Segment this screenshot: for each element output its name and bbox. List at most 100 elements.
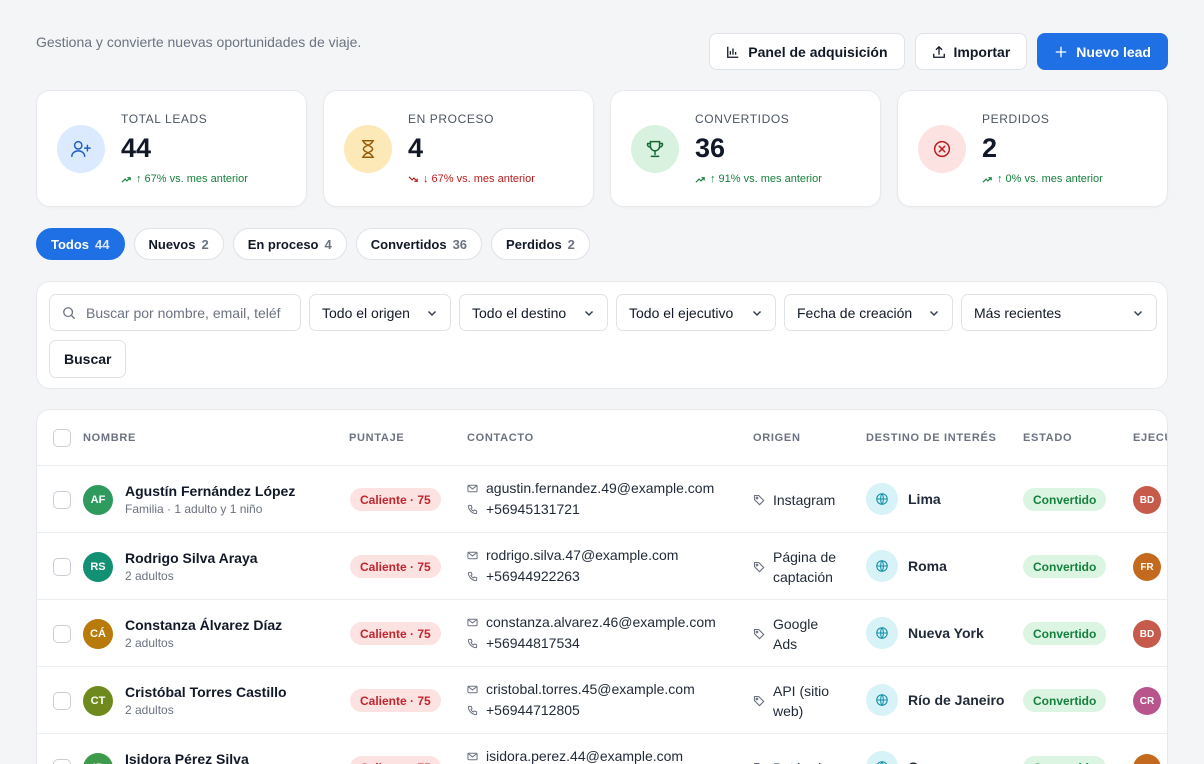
lead-destination: Río de Janeiro (866, 684, 1004, 716)
lead-name[interactable]: Cristóbal Torres Castillo (125, 684, 287, 700)
phone-icon (467, 705, 478, 715)
table-row[interactable]: RS Rodrigo Silva Araya 2 adultos Calient… (37, 533, 1167, 600)
lead-name[interactable]: Rodrigo Silva Araya (125, 550, 258, 566)
tab-converted[interactable]: Convertidos 36 (355, 228, 483, 260)
table-row[interactable]: AF Agustín Fernández López Familia · 1 a… (37, 466, 1167, 533)
lead-name[interactable]: Agustín Fernández López (125, 483, 295, 499)
column-header-executive[interactable]: EJECU (1133, 432, 1167, 444)
lead-origin: Botón de (753, 734, 845, 764)
score-badge: Caliente · 75 (350, 689, 441, 712)
lead-origin: Instagram (753, 466, 845, 533)
contact-email[interactable]: cristobal.torres.45@example.com (467, 681, 695, 697)
table-row[interactable]: CT Cristóbal Torres Castillo 2 adultos C… (37, 667, 1167, 734)
lead-name[interactable]: Constanza Álvarez Díaz (125, 617, 282, 633)
stat-label: PERDIDOS (982, 112, 1050, 126)
stat-value: 36 (695, 133, 726, 163)
column-header-status[interactable]: ESTADO (1023, 432, 1072, 444)
contact-phone[interactable]: +56944817534 (467, 635, 580, 651)
tab-new[interactable]: Nuevos 2 (133, 228, 224, 260)
row-checkbox[interactable] (53, 558, 71, 576)
tab-all[interactable]: Todos 44 (36, 228, 125, 260)
table-row[interactable]: IP Isidora Pérez Silva Caliente · 75 isi… (37, 734, 1167, 764)
mail-icon (467, 484, 478, 492)
column-header-score[interactable]: PUNTAJE (349, 432, 404, 444)
executive-avatar[interactable]: FR (1133, 553, 1161, 581)
status-badge: Convertido (1023, 689, 1107, 712)
executive-avatar[interactable]: CR (1133, 687, 1161, 715)
contact-email[interactable]: constanza.alvarez.46@example.com (467, 614, 716, 630)
import-button[interactable]: Importar (914, 33, 1028, 70)
contact-phone[interactable]: +56944922263 (467, 568, 580, 584)
lead-origin: Google Ads (753, 600, 845, 667)
phone-icon (467, 504, 478, 514)
row-checkbox[interactable] (53, 759, 71, 764)
mail-icon (467, 618, 478, 626)
status-badge: Convertido (1023, 756, 1107, 764)
origin-select-value: Todo el origen (322, 304, 410, 321)
created-date-select[interactable]: Fecha de creación (784, 294, 953, 331)
x-circle-icon (918, 125, 966, 173)
column-header-origin[interactable]: ORIGEN (753, 432, 801, 444)
column-header-destination[interactable]: DESTINO DE INTERÉS (866, 432, 997, 444)
sort-select[interactable]: Más recientes (961, 294, 1157, 331)
contact-email[interactable]: rodrigo.silva.47@example.com (467, 547, 678, 563)
stat-trend-text: ↑ 91% vs. mes anterior (710, 173, 822, 185)
mail-icon (467, 685, 478, 693)
origin-select[interactable]: Todo el origen (309, 294, 451, 331)
origin-text: API (sitio web) (773, 682, 830, 719)
tab-in-process[interactable]: En proceso 4 (232, 228, 347, 260)
email-text: agustin.fernandez.49@example.com (486, 480, 715, 496)
email-text: isidora.perez.44@example.com (486, 748, 684, 764)
plus-icon (1056, 46, 1067, 57)
contact-email[interactable]: agustin.fernandez.49@example.com (467, 480, 714, 496)
status-badge: Convertido (1023, 488, 1107, 511)
tab-lost[interactable]: Perdidos 2 (491, 228, 590, 260)
destination-text: Lima (908, 491, 941, 507)
status-badge: Convertido (1023, 622, 1107, 645)
page-subtitle: Gestiona y convierte nuevas oportunidade… (36, 34, 362, 50)
phone-icon (467, 571, 478, 581)
tab-label: Todos (51, 236, 90, 252)
lead-detail: 2 adultos (125, 569, 174, 583)
row-checkbox[interactable] (53, 491, 71, 509)
column-header-name[interactable]: NOMBRE (83, 432, 136, 444)
globe-icon (866, 751, 898, 764)
executive-avatar[interactable]: FR (1133, 754, 1161, 764)
executive-avatar[interactable]: BD (1133, 620, 1161, 648)
header-actions: Panel de adquisición Importar Nuevo lead (709, 33, 1168, 70)
destination-select[interactable]: Todo el destino (459, 294, 608, 331)
chevron-down-icon (929, 310, 939, 316)
tab-count: 36 (452, 236, 468, 252)
search-input[interactable] (86, 304, 296, 321)
table-header: NOMBRE PUNTAJE CONTACTO ORIGEN DESTINO D… (37, 410, 1167, 466)
acquisition-panel-button[interactable]: Panel de adquisición (709, 33, 905, 70)
lead-name[interactable]: Isidora Pérez Silva (125, 751, 249, 764)
stat-value: 4 (408, 133, 424, 163)
destination-select-value: Todo el destino (472, 304, 567, 321)
filter-panel: Todo el origen Todo el destino Todo el e… (36, 281, 1168, 389)
trending-up-icon (121, 176, 131, 183)
tab-label: Convertidos (370, 236, 447, 252)
contact-email[interactable]: isidora.perez.44@example.com (467, 748, 683, 764)
search-button[interactable]: Buscar (49, 340, 127, 378)
executive-select[interactable]: Todo el ejecutivo (616, 294, 776, 331)
column-header-contact[interactable]: CONTACTO (467, 432, 534, 444)
avatar: CÁ (83, 619, 113, 649)
stat-trend-text: ↓ 67% vs. mes anterior (423, 173, 535, 185)
tag-icon (753, 695, 765, 706)
phone-text: +56944817534 (486, 635, 580, 651)
contact-phone[interactable]: +56945131721 (467, 501, 580, 517)
stat-trend-text: ↑ 67% vs. mes anterior (136, 173, 248, 185)
row-checkbox[interactable] (53, 692, 71, 710)
sort-select-value: Más recientes (974, 304, 1062, 321)
table-row[interactable]: CÁ Constanza Álvarez Díaz 2 adultos Cali… (37, 600, 1167, 667)
lead-destination: Nueva York (866, 617, 984, 649)
new-lead-button[interactable]: Nuevo lead (1037, 33, 1168, 70)
row-checkbox[interactable] (53, 625, 71, 643)
contact-phone[interactable]: +56944712805 (467, 702, 580, 718)
status-tabs: Todos 44 Nuevos 2 En proceso 4 Convertid… (36, 228, 590, 260)
executive-avatar[interactable]: BD (1133, 486, 1161, 514)
select-all-checkbox[interactable] (53, 429, 71, 447)
avatar: IP (83, 753, 113, 764)
origin-text: Google Ads (773, 615, 819, 652)
